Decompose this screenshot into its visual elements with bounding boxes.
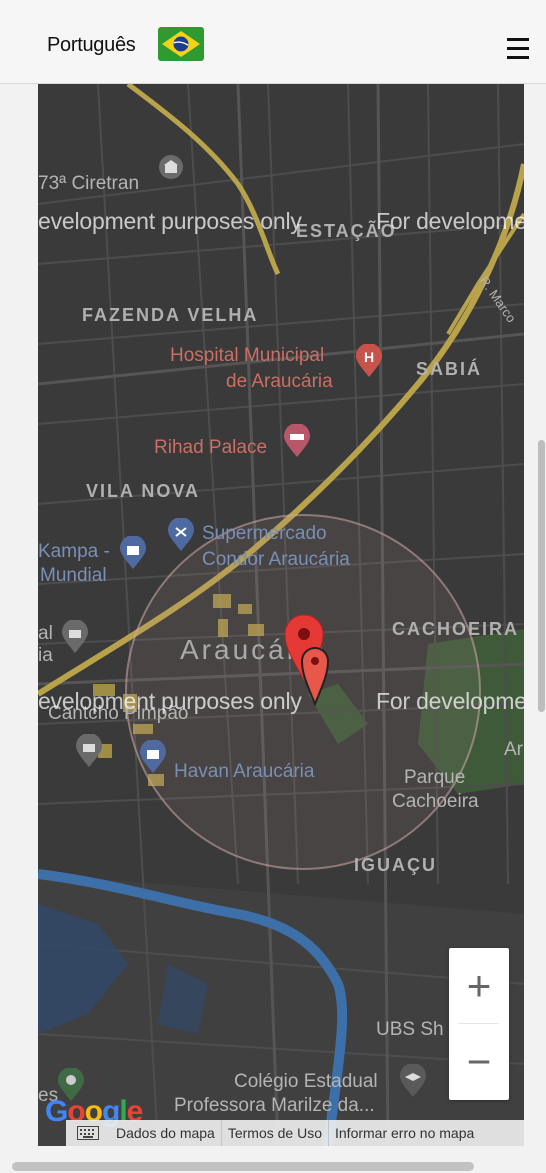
dev-watermark: For developme — [376, 208, 524, 234]
place-label: Cachoeira — [392, 791, 479, 812]
language-selector-label[interactable]: Português — [47, 34, 136, 57]
hamburger-menu-icon[interactable] — [507, 38, 529, 60]
museum-marker-icon[interactable] — [74, 734, 104, 768]
place-label: de Araucária — [226, 371, 333, 392]
top-bar: Português — [0, 0, 546, 84]
keyboard-icon[interactable] — [66, 1120, 110, 1146]
report-error-link[interactable]: Informar erro no mapa — [328, 1120, 480, 1146]
hotel-marker-icon[interactable] — [282, 424, 312, 458]
dev-watermark: evelopment purposes only — [38, 208, 302, 234]
store-marker-icon[interactable] — [166, 518, 196, 552]
museum-marker-icon[interactable] — [60, 620, 90, 654]
place-label: Kampa - — [38, 541, 110, 562]
shopping-marker-icon[interactable] — [118, 536, 148, 570]
dev-watermark: For developme — [376, 688, 524, 714]
place-label: Parque — [404, 767, 466, 788]
museum-poi-icon[interactable] — [158, 154, 184, 180]
vertical-scrollbar[interactable] — [538, 440, 545, 712]
zoom-out-button[interactable]: − — [449, 1024, 509, 1099]
place-label: Rihad Palace — [154, 437, 268, 458]
map-attribution-bar: Dados do mapa Termos de Uso Informar err… — [66, 1120, 524, 1146]
place-label: Ar — [504, 739, 523, 760]
place-label: Condor Araucária — [202, 549, 350, 570]
svg-text:H: H — [364, 349, 374, 365]
district-label: VILA NOVA — [86, 481, 201, 501]
zoom-in-button[interactable]: + — [449, 948, 509, 1023]
district-label: IGUAÇU — [354, 855, 437, 875]
place-label: Havan Araucária — [174, 761, 315, 782]
terms-link[interactable]: Termos de Uso — [220, 1120, 328, 1146]
horizontal-scrollbar[interactable] — [12, 1162, 474, 1171]
district-label: CACHOEIRA — [392, 619, 520, 639]
zoom-control: + − — [449, 948, 509, 1100]
place-label: 73ª Ciretran — [38, 173, 140, 194]
location-marker-icon[interactable] — [300, 644, 330, 706]
dev-watermark: evelopment purposes only — [38, 688, 302, 714]
place-label: Professora Marilze da... — [174, 1095, 375, 1116]
hospital-marker-icon[interactable]: H — [354, 344, 384, 378]
school-marker-icon[interactable] — [398, 1064, 428, 1098]
place-label: ia — [38, 645, 53, 666]
map-view[interactable]: H 73ª Ciretran ESTAÇÃO R. Marco FAZENDA … — [38, 84, 524, 1146]
place-label: al — [38, 623, 53, 644]
place-label: Mundial — [40, 565, 107, 586]
place-label: UBS Sh — [376, 1019, 444, 1040]
map-data-link[interactable]: Dados do mapa — [110, 1120, 221, 1146]
district-label: FAZENDA VELHA — [82, 305, 259, 325]
district-label: SABIÁ — [416, 359, 483, 379]
place-label: Supermercado — [202, 523, 327, 544]
place-label: Colégio Estadual — [234, 1071, 378, 1092]
place-label: Hospital Municipal — [170, 345, 325, 366]
brazil-flag-icon[interactable] — [158, 27, 204, 61]
shopping-marker-icon[interactable] — [138, 740, 168, 774]
